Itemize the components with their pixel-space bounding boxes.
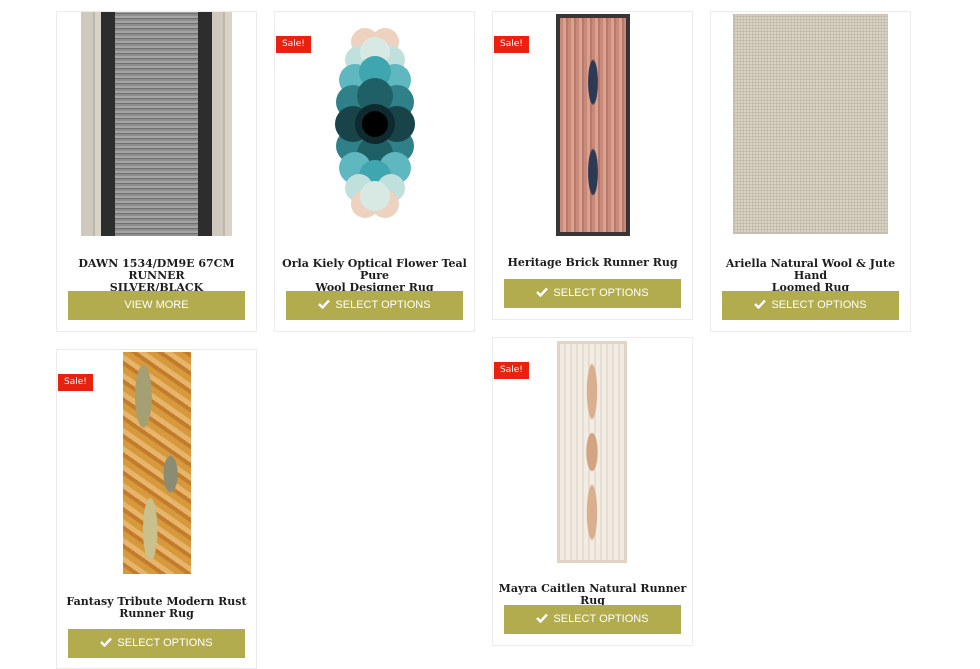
product-image[interactable] (123, 352, 191, 574)
check-icon (536, 287, 549, 297)
product-card: DAWN 1534/DM9E 67CM RUNNER SILVER/BLACK … (56, 11, 257, 332)
product-title[interactable]: Orla Kiely Optical Flower Teal Pure Wool… (275, 258, 474, 294)
product-card: Sale! Fantasy Tribute Modern Rust Runner… (56, 349, 257, 669)
product-title[interactable]: Mayra Caitlen Natural Runner Rug (493, 583, 692, 607)
product-image[interactable] (335, 20, 415, 220)
product-image[interactable] (81, 12, 232, 236)
select-options-button[interactable]: SELECT OPTIONS (286, 291, 463, 320)
view-more-button[interactable]: VIEW MORE (68, 291, 245, 320)
select-options-button[interactable]: SELECT OPTIONS (722, 291, 899, 320)
check-icon (100, 637, 113, 647)
product-card: Ariella Natural Wool & Jute Hand Loomed … (710, 11, 911, 332)
product-image[interactable] (733, 14, 888, 234)
flower-rug-graphic (335, 28, 415, 218)
select-options-button[interactable]: SELECT OPTIONS (504, 279, 681, 308)
sale-badge: Sale! (58, 374, 93, 391)
product-title[interactable]: Fantasy Tribute Modern Rust Runner Rug (57, 596, 256, 620)
check-icon (318, 299, 331, 309)
sale-badge: Sale! (494, 36, 529, 53)
select-options-button[interactable]: SELECT OPTIONS (68, 629, 245, 658)
check-icon (754, 299, 767, 309)
product-card: Sale! Mayra Caitlen Natural Runner Rug S… (492, 337, 693, 646)
sale-badge: Sale! (494, 362, 529, 379)
sale-badge: Sale! (276, 36, 311, 53)
product-image[interactable] (556, 14, 630, 236)
product-card: Sale! Orla Kiely Optical Flower Teal Pur… (274, 11, 475, 332)
check-icon (536, 613, 549, 623)
select-options-button[interactable]: SELECT OPTIONS (504, 605, 681, 634)
product-title[interactable]: DAWN 1534/DM9E 67CM RUNNER SILVER/BLACK (57, 258, 256, 294)
product-title[interactable]: Ariella Natural Wool & Jute Hand Loomed … (711, 258, 910, 294)
rug-pattern (101, 12, 212, 236)
product-image[interactable] (557, 341, 627, 563)
product-title[interactable]: Heritage Brick Runner Rug (493, 257, 692, 269)
product-card: Sale! Heritage Brick Runner Rug SELECT O… (492, 11, 693, 320)
